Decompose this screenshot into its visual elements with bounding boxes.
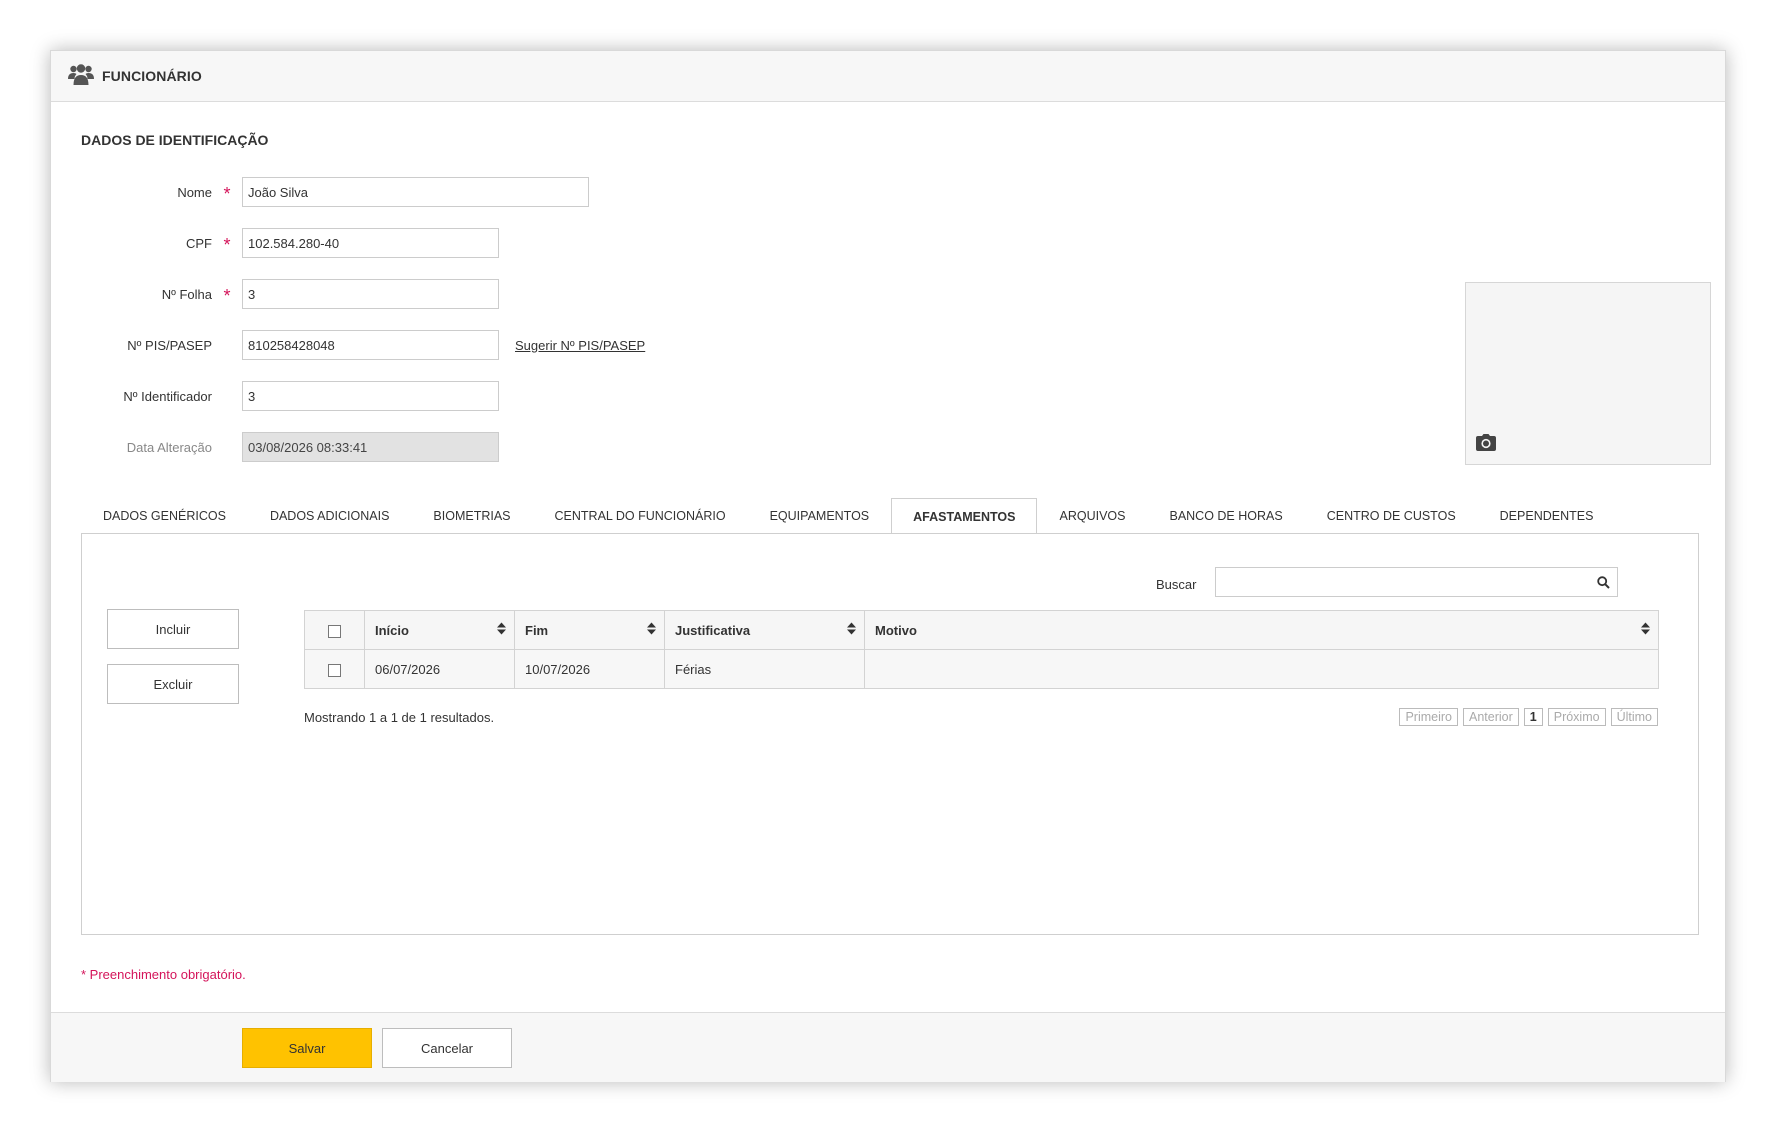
select-all-checkbox[interactable] <box>328 624 341 638</box>
row-cpf: CPF * <box>81 228 499 258</box>
folha-label: Nº Folha <box>161 286 212 302</box>
row-select-cell <box>304 649 365 689</box>
search-icon[interactable] <box>1589 575 1617 589</box>
tab-biometrias[interactable]: BIOMETRIAS <box>411 497 532 534</box>
required-note: * Preenchimento obrigatório. <box>81 967 246 982</box>
cell-fim: 10/07/2026 <box>514 649 665 689</box>
afastamentos-table: Início Fim Justificativa Motivo 06/07/20… <box>304 610 1659 689</box>
pager-next[interactable]: Próximo <box>1547 708 1606 726</box>
column-justificativa[interactable]: Justificativa <box>664 610 865 650</box>
photo-box[interactable] <box>1465 282 1711 465</box>
tab-bar: DADOS GENÉRICOS DADOS ADICIONAIS BIOMETR… <box>81 497 1616 535</box>
pagination: Primeiro Anterior 1 Próximo Último <box>1399 708 1658 726</box>
folha-input[interactable] <box>242 279 499 309</box>
window-title: FUNCIONÁRIO <box>102 68 202 84</box>
pager-first[interactable]: Primeiro <box>1399 708 1458 726</box>
tab-arquivos[interactable]: ARQUIVOS <box>1037 497 1147 534</box>
tab-equipamentos[interactable]: EQUIPAMENTOS <box>748 497 892 534</box>
cancel-button[interactable]: Cancelar <box>382 1028 512 1068</box>
suggest-pis-link[interactable]: Sugerir Nº PIS/PASEP <box>515 338 645 353</box>
nome-input[interactable] <box>242 177 589 207</box>
row-data-alteracao: Data Alteração <box>81 432 499 462</box>
tab-dados-genericos[interactable]: DADOS GENÉRICOS <box>81 497 248 534</box>
sort-icon[interactable] <box>647 622 656 638</box>
column-motivo[interactable]: Motivo <box>864 610 1659 650</box>
search-box <box>1215 567 1618 597</box>
row-nome: Nome * <box>81 177 589 207</box>
cell-inicio: 06/07/2026 <box>364 649 515 689</box>
save-button[interactable]: Salvar <box>242 1028 372 1068</box>
tab-central-do-funcionario[interactable]: CENTRAL DO FUNCIONÁRIO <box>533 497 748 534</box>
pager-current[interactable]: 1 <box>1523 708 1543 726</box>
tab-afastamentos[interactable]: AFASTAMENTOS <box>891 498 1038 535</box>
select-all-cell <box>304 610 365 650</box>
afastamentos-panel: Incluir Excluir Buscar Início Fim Justif… <box>81 533 1699 935</box>
table-row[interactable]: 06/07/2026 10/07/2026 Férias <box>304 649 1659 689</box>
row-pis: Nº PIS/PASEP Sugerir Nº PIS/PASEP <box>81 330 645 360</box>
cpf-label: CPF <box>186 235 212 251</box>
tab-dados-adicionais[interactable]: DADOS ADICIONAIS <box>248 497 411 534</box>
tab-centro-de-custos[interactable]: CENTRO DE CUSTOS <box>1305 497 1478 534</box>
identificador-input[interactable] <box>242 381 499 411</box>
section-title: DADOS DE IDENTIFICAÇÃO <box>81 132 269 148</box>
pis-input[interactable] <box>242 330 499 360</box>
data-alteracao-label: Data Alteração <box>126 439 212 455</box>
pager-last[interactable]: Último <box>1610 708 1658 726</box>
tab-banco-de-horas[interactable]: BANCO DE HORAS <box>1147 497 1304 534</box>
column-inicio[interactable]: Início <box>364 610 515 650</box>
funcionario-window: FUNCIONÁRIO DADOS DE IDENTIFICAÇÃO Nome … <box>50 50 1726 1082</box>
users-icon <box>68 63 94 90</box>
sort-icon[interactable] <box>1641 622 1650 638</box>
nome-label: Nome <box>177 184 212 200</box>
required-mark: * <box>223 184 231 204</box>
column-fim-label: Fim <box>525 622 549 638</box>
row-folha: Nº Folha * <box>81 279 499 309</box>
table-header-row: Início Fim Justificativa Motivo <box>304 610 1659 650</box>
include-button[interactable]: Incluir <box>107 609 239 649</box>
cell-motivo <box>864 649 1659 689</box>
pager-prev[interactable]: Anterior <box>1463 708 1519 726</box>
column-motivo-label: Motivo <box>875 622 917 638</box>
search-input[interactable] <box>1216 568 1589 596</box>
column-justificativa-label: Justificativa <box>675 622 751 638</box>
row-checkbox[interactable] <box>328 663 341 677</box>
row-identificador: Nº Identificador <box>81 381 499 411</box>
footer-bar: Salvar Cancelar <box>51 1012 1725 1082</box>
identificador-label: Nº Identificador <box>123 388 212 404</box>
required-mark: * <box>223 286 231 306</box>
column-fim[interactable]: Fim <box>514 610 665 650</box>
sort-icon[interactable] <box>497 622 506 638</box>
window-header: FUNCIONÁRIO <box>51 51 1725 102</box>
column-inicio-label: Início <box>375 622 409 638</box>
exclude-button[interactable]: Excluir <box>107 664 239 704</box>
search-label: Buscar <box>1156 577 1197 592</box>
sort-icon[interactable] <box>847 622 856 638</box>
cpf-input[interactable] <box>242 228 499 258</box>
data-alteracao-input <box>242 432 499 462</box>
results-text: Mostrando 1 a 1 de 1 resultados. <box>304 710 495 725</box>
tab-dependentes[interactable]: DEPENDENTES <box>1478 497 1616 534</box>
required-mark: * <box>223 235 231 255</box>
camera-icon[interactable] <box>1476 434 1496 454</box>
pis-label: Nº PIS/PASEP <box>127 337 212 353</box>
cell-justificativa: Férias <box>664 649 865 689</box>
